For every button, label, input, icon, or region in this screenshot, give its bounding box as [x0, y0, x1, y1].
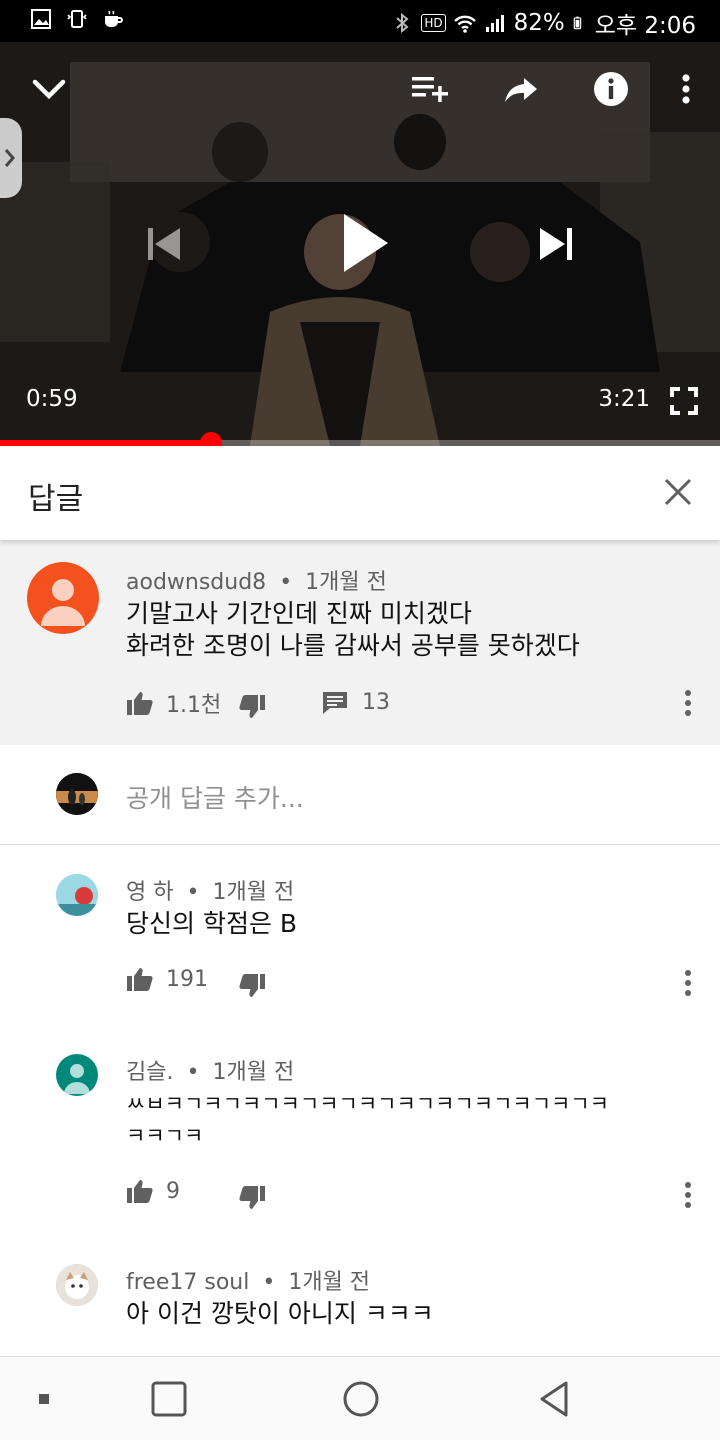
avatar[interactable] — [27, 562, 99, 634]
meta-separator: • — [186, 1060, 200, 1085]
reply-item: 김슬. • 1개월 전 ㅆㅂㅋㄱㅋㄱㅋㄱㅋㄱㅋㄱㅋㄱㅋㄱㅋㄱㅋㄱㅋㄱㅋㄱㅋ ㅋㅋ… — [0, 1026, 720, 1246]
status-bar: HD 82% 오후 2:06 — [0, 0, 720, 42]
battery-icon — [573, 16, 581, 30]
avatar[interactable] — [56, 1264, 98, 1306]
reply-count: 13 — [362, 690, 390, 715]
bluetooth-icon — [396, 12, 409, 34]
signal-icon — [485, 15, 504, 32]
more-vert-icon[interactable] — [678, 1180, 698, 1210]
fullscreen-icon[interactable] — [670, 387, 698, 415]
like-count: 1.1천 — [166, 693, 222, 718]
play-icon[interactable] — [340, 210, 392, 276]
skip-previous-icon[interactable] — [144, 224, 184, 264]
recent-dot-icon[interactable] — [38, 1393, 50, 1405]
comment-text-line-2: ㅋㅋㄱㅋ — [126, 1124, 204, 1148]
thumbs-down-icon[interactable] — [238, 694, 266, 720]
thumbs-down-icon[interactable] — [238, 973, 266, 999]
more-vert-icon[interactable] — [678, 968, 698, 998]
video-player[interactable]: 0:59 3:21 — [0, 42, 720, 446]
duration: 3:21 — [598, 386, 650, 412]
wifi-icon — [453, 15, 476, 33]
hd-badge: HD — [421, 14, 446, 32]
gallery-icon — [31, 9, 51, 29]
chevron-right-icon — [4, 149, 15, 167]
replies-header: 답글 — [0, 446, 720, 540]
side-panel-handle[interactable] — [0, 118, 22, 198]
thumbs-up-icon[interactable] — [126, 690, 154, 716]
replies-title: 답글 — [28, 482, 84, 517]
recents-square-icon[interactable] — [151, 1381, 187, 1417]
comment-author[interactable]: 영 하 — [126, 880, 173, 905]
thumbs-up-icon[interactable] — [126, 966, 154, 992]
chevron-down-icon[interactable] — [30, 72, 68, 106]
battery-percent: 82% — [513, 10, 565, 36]
clock: 오후 2:06 — [594, 13, 696, 39]
meta-separator: • — [262, 1270, 276, 1295]
add-reply-row[interactable]: 공개 답글 추가... — [0, 745, 720, 845]
comment-text: 당신의 학점은 B — [126, 909, 298, 938]
comment-age: 1개월 전 — [212, 880, 295, 905]
share-icon[interactable] — [502, 72, 540, 106]
like-count: 191 — [166, 966, 208, 992]
comment-text-line-1: 기말고사 기간인데 진짜 미치겠다 — [126, 599, 472, 628]
current-time: 0:59 — [26, 386, 78, 412]
like-count: 9 — [166, 1178, 180, 1204]
default-avatar-icon — [64, 1064, 90, 1094]
comment-icon[interactable] — [322, 691, 348, 715]
more-vert-icon[interactable] — [678, 688, 698, 718]
thumbs-down-icon[interactable] — [238, 1185, 266, 1211]
avatar[interactable] — [56, 1054, 98, 1096]
close-icon[interactable] — [662, 476, 694, 508]
comment-author[interactable]: free17 soul — [126, 1270, 249, 1295]
comment-age: 1개월 전 — [212, 1060, 295, 1085]
cup-icon — [105, 10, 123, 27]
meta-separator: • — [279, 570, 293, 595]
reply-item: free17 soul • 1개월 전 아 이건 깡탓이 아니지 ㅋㅋㅋ — [0, 1236, 720, 1356]
comment-author[interactable]: aodwnsdud8 — [126, 570, 266, 595]
reply-item: 영 하 • 1개월 전 당신의 학점은 B 191 — [0, 846, 720, 1036]
user-photo-icon — [56, 874, 98, 916]
comment-text: 아 이건 깡탓이 아니지 ㅋㅋㅋ — [126, 1299, 434, 1328]
own-avatar — [56, 773, 98, 815]
system-nav-bar — [0, 1356, 720, 1440]
add-reply-input[interactable]: 공개 답글 추가... — [126, 779, 304, 815]
add-to-playlist-icon[interactable] — [410, 72, 450, 106]
progress-scrubber[interactable] — [199, 432, 222, 446]
home-circle-icon[interactable] — [342, 1380, 380, 1418]
default-avatar-icon — [41, 579, 85, 626]
user-photo-icon — [56, 773, 98, 815]
info-icon[interactable] — [592, 70, 630, 108]
meta-separator: • — [186, 880, 200, 905]
comment-author[interactable]: 김슬. — [126, 1060, 173, 1085]
vibrate-icon — [67, 10, 87, 28]
avatar[interactable] — [56, 874, 98, 916]
user-photo-icon — [56, 1264, 98, 1306]
comment-age: 1개월 전 — [305, 570, 387, 595]
more-vert-icon[interactable] — [676, 70, 696, 108]
thumbs-up-icon[interactable] — [126, 1178, 154, 1204]
skip-next-icon[interactable] — [536, 224, 576, 264]
comment-age: 1개월 전 — [288, 1270, 371, 1295]
parent-comment: aodwnsdud8 • 1개월 전 기말고사 기간인데 진짜 미치겠다 화려한… — [0, 540, 720, 745]
comment-text-line-2: 화려한 조명이 나를 감싸서 공부를 못하겠다 — [126, 631, 580, 660]
back-triangle-icon[interactable] — [536, 1379, 572, 1419]
comment-text-line-1: ㅆㅂㅋㄱㅋㄱㅋㄱㅋㄱㅋㄱㅋㄱㅋㄱㅋㄱㅋㄱㅋㄱㅋㄱㅋ — [126, 1092, 609, 1116]
